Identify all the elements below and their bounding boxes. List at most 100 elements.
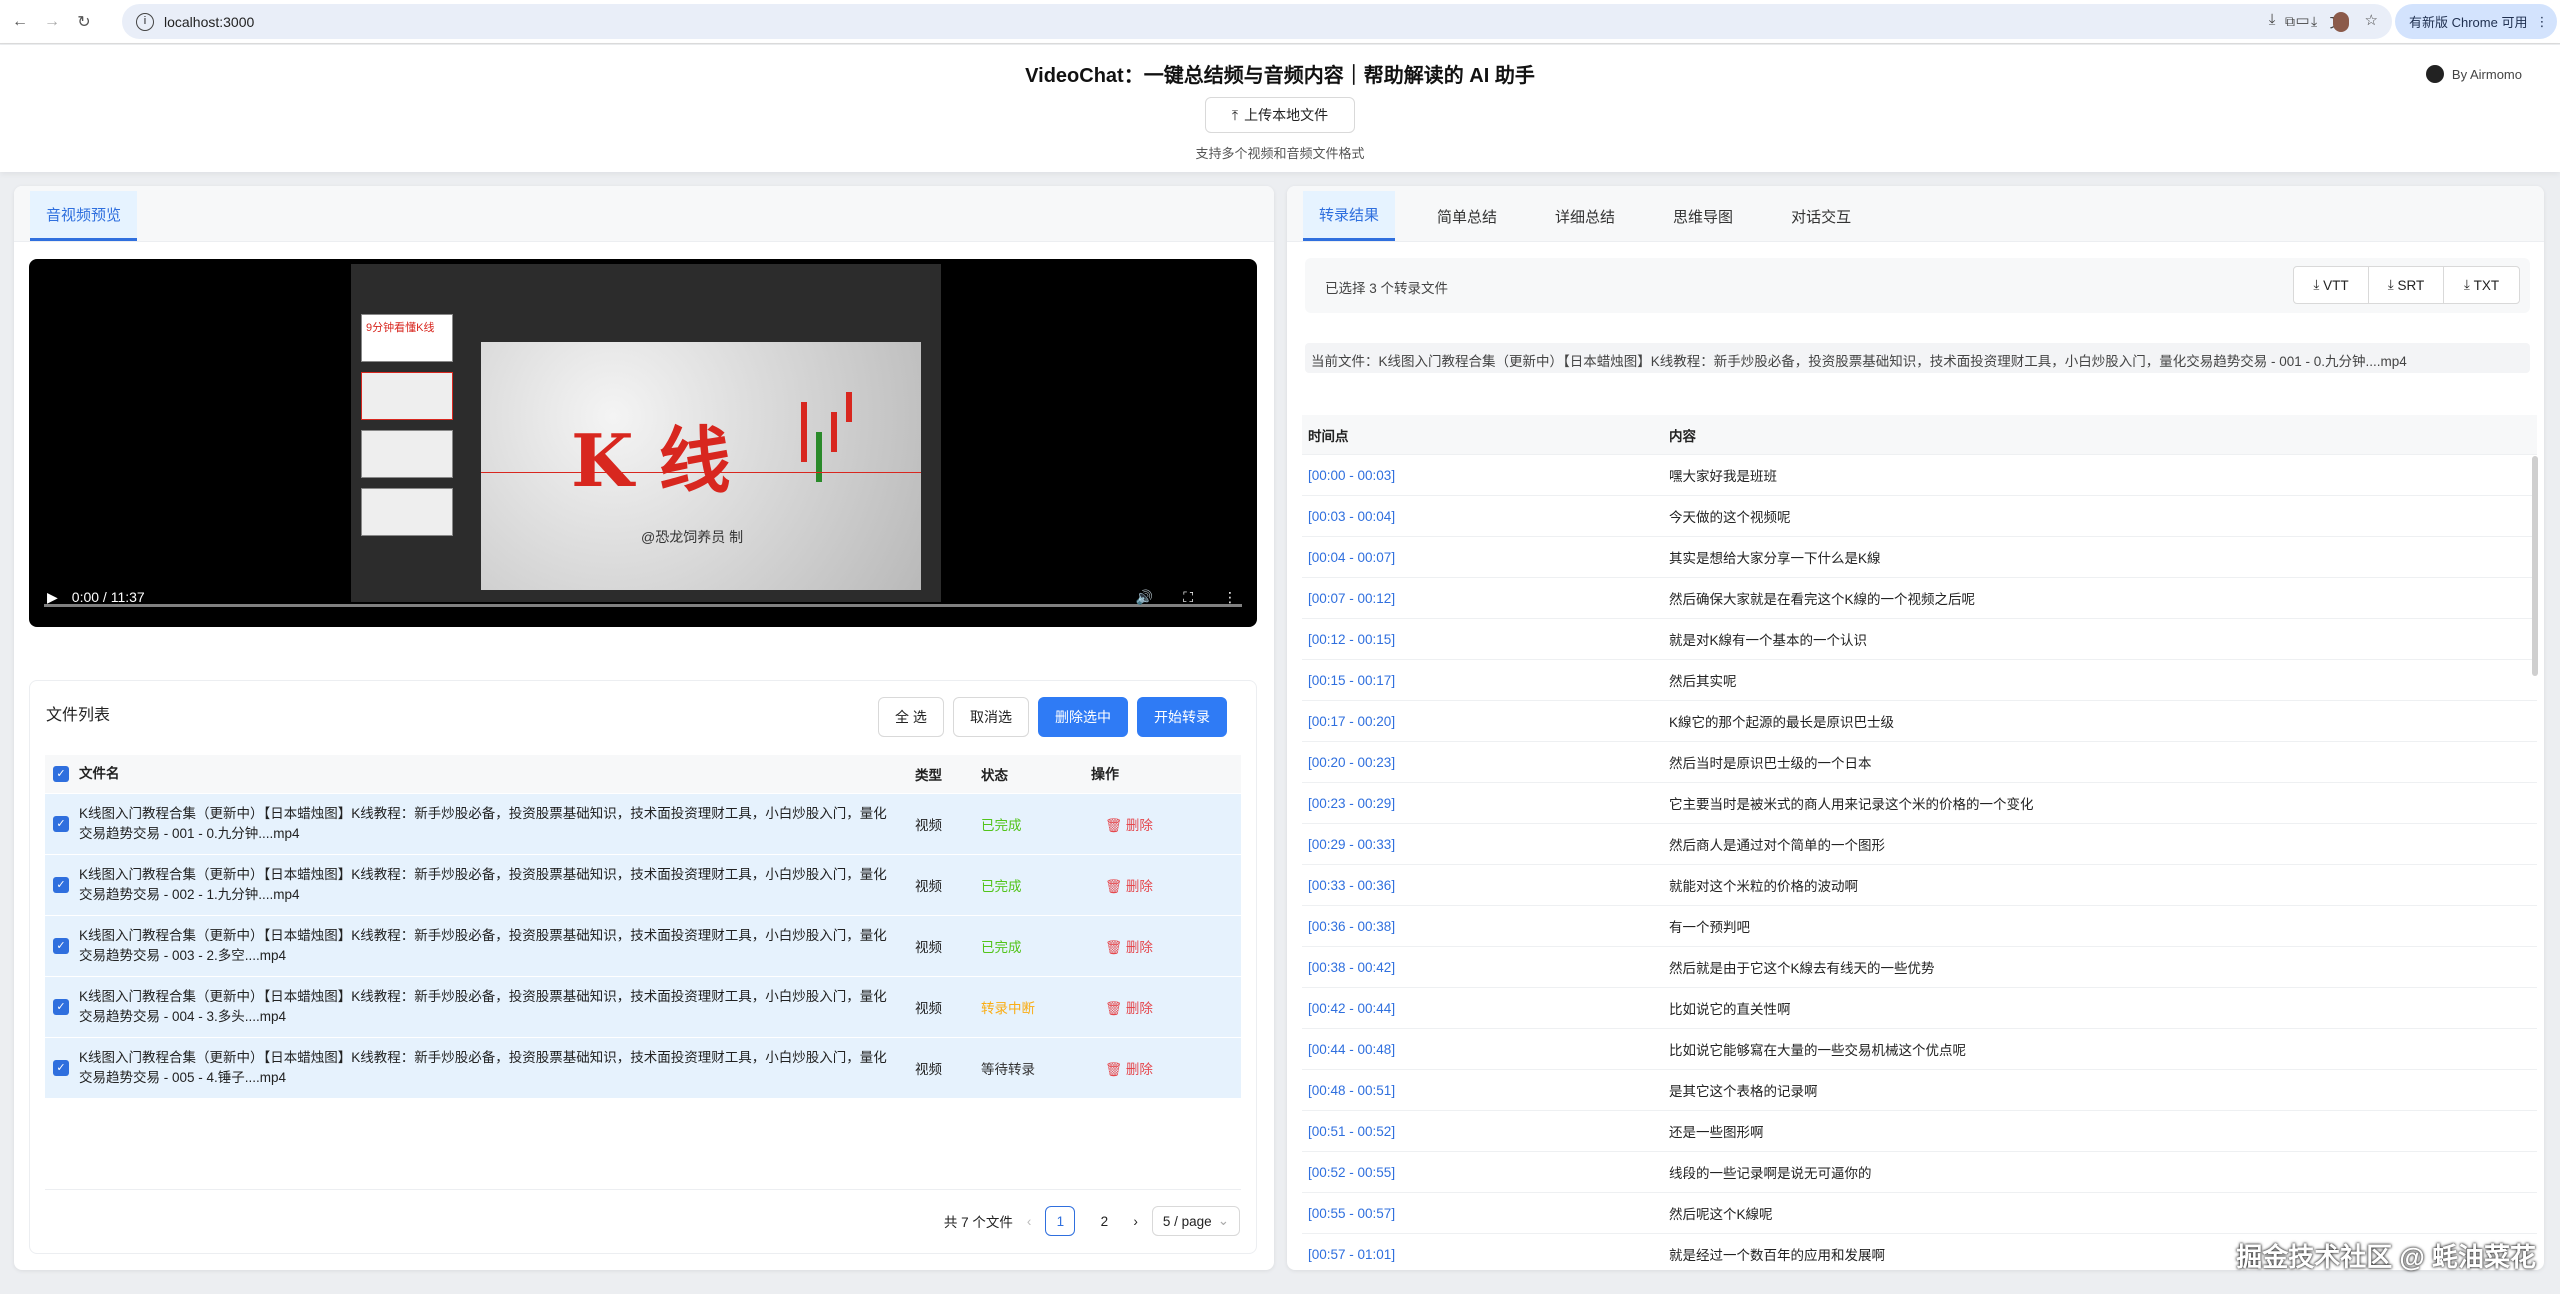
address-bar[interactable]: i localhost:3000 ⤓ ▭ 文 ☆ [122,4,2392,39]
profile-avatar[interactable] [2333,11,2350,32]
selected-count: 已选择 3 个转录文件 [1325,281,1449,296]
site-info-icon[interactable]: i [136,12,154,31]
timestamp-link[interactable]: [00:29 - 00:33] [1302,837,1669,852]
delete-selected-button[interactable]: 删除选中 [1038,697,1128,737]
select-all-checkbox[interactable]: ✓ [53,766,69,782]
upload-button[interactable]: ⤒ 上传本地文件 [1205,97,1355,133]
transcript-row: [00:29 - 00:33] 然后商人是通过对个简单的一个图形 [1302,824,2537,865]
col-action: 操作 [1091,766,1119,782]
tab-3[interactable]: 思维导图 [1657,191,1749,241]
download-txt-button[interactable]: ⤓ TXT [2444,267,2519,303]
delete-file-button[interactable]: 🗑 删除 [1091,875,1153,895]
video-player[interactable]: 9分钟看懂K线 K 线 @恐龙饲养员 制 ▶ 0:00 / 11:37 🔊 ⛶ … [29,259,1257,627]
file-row[interactable]: ✓ K线图入门教程合集（更新中）【日本蜡烛图】K线教程：新手炒股必备，投资股票基… [45,794,1241,855]
download-vtt-button[interactable]: ⤓ VTT [2294,267,2369,303]
transcript-text: 今天做的这个视频呢 [1669,510,1791,525]
timestamp-link[interactable]: [00:48 - 00:51] [1302,1083,1669,1098]
url-text[interactable]: localhost:3000 [164,14,254,30]
file-name: K线图入门教程合集（更新中）【日本蜡烛图】K线教程：新手炒股必备，投资股票基础知… [79,989,887,1024]
file-row[interactable]: ✓ K线图入门教程合集（更新中）【日本蜡烛图】K线教程：新手炒股必备，投资股票基… [45,1038,1241,1099]
delete-file-button[interactable]: 🗑 删除 [1091,814,1153,834]
tab-1[interactable]: 简单总结 [1421,191,1513,241]
fullscreen-icon[interactable]: ⛶ [1183,589,1193,606]
github-label: By Airmomo [2451,66,2522,82]
timestamp-link[interactable]: [00:17 - 00:20] [1302,714,1669,729]
file-status: 已完成 [981,818,1022,833]
file-row[interactable]: ✓ K线图入门教程合集（更新中）【日本蜡烛图】K线教程：新手炒股必备，投资股票基… [45,916,1241,977]
page-size-value: 5 / page [1162,1213,1212,1229]
file-status: 已完成 [981,940,1022,955]
delete-label: 删除 [1125,940,1153,955]
extensions-icon[interactable]: ⧉ [2285,13,2295,30]
volume-icon[interactable]: 🔊 [1136,589,1153,606]
tab-media-preview[interactable]: 音视频预览 [30,191,138,241]
start-transcribe-button[interactable]: 开始转录 [1137,697,1227,737]
file-type: 视频 [915,818,942,833]
row-checkbox[interactable]: ✓ [53,1060,69,1076]
tab-2[interactable]: 详细总结 [1539,191,1631,241]
timestamp-link[interactable]: [00:12 - 00:15] [1302,632,1669,647]
file-name: K线图入门教程合集（更新中）【日本蜡烛图】K线教程：新手炒股必备，投资股票基础知… [79,928,887,963]
file-name: K线图入门教程合集（更新中）【日本蜡烛图】K线教程：新手炒股必备，投资股票基础知… [79,1050,887,1085]
timestamp-link[interactable]: [00:03 - 00:04] [1302,509,1669,524]
col-content: 内容 [1669,428,1696,444]
install-icon[interactable]: ⤓ [2269,11,2276,32]
chrome-update-button[interactable]: 有新版 Chrome 可用 ⋮ [2395,4,2557,39]
page-size-select[interactable]: 5 / page ⌄ [1151,1206,1240,1236]
menu-icon[interactable]: ⋮ [2535,14,2548,30]
back-icon[interactable]: ← [8,13,32,31]
row-checkbox[interactable]: ✓ [53,938,69,954]
delete-file-button[interactable]: 🗑 删除 [1091,1058,1153,1078]
delete-file-button[interactable]: 🗑 删除 [1091,936,1153,956]
select-all-button[interactable]: 全 选 [878,697,944,737]
timestamp-link[interactable]: [00:20 - 00:23] [1302,755,1669,770]
timestamp-link[interactable]: [00:04 - 00:07] [1302,550,1669,565]
timestamp-link[interactable]: [00:15 - 00:17] [1302,673,1669,688]
download-srt-button[interactable]: ⤓ SRT [2369,267,2444,303]
github-link[interactable]: By Airmomo [2425,65,2522,83]
upload-label: 上传本地文件 [1244,107,1329,123]
file-row[interactable]: ✓ K线图入门教程合集（更新中）【日本蜡烛图】K线教程：新手炒股必备，投资股票基… [45,977,1241,1038]
timestamp-link[interactable]: [00:07 - 00:12] [1302,591,1669,606]
tab-0[interactable]: 转录结果 [1303,191,1396,241]
file-list-title: 文件列表 [46,707,111,724]
timestamp-link[interactable]: [00:23 - 00:29] [1302,796,1669,811]
downloads-icon[interactable]: ⤓ [2311,13,2317,30]
transcript-text: 然后确保大家就是在看完这个K線的一个视频之后呢 [1669,592,1976,607]
slide-title: K 线 [571,418,731,503]
timestamp-link[interactable]: [00:57 - 01:01] [1302,1247,1669,1262]
download-label: VTT [2323,277,2349,293]
row-checkbox[interactable]: ✓ [53,999,69,1015]
play-icon[interactable]: ▶ [47,589,58,606]
timestamp-link[interactable]: [00:33 - 00:36] [1302,878,1669,893]
transcript-row: [00:42 - 00:44] 比如说它的直关性啊 [1302,988,2537,1029]
file-row[interactable]: ✓ K线图入门教程合集（更新中）【日本蜡烛图】K线教程：新手炒股必备，投资股票基… [45,855,1241,916]
forward-icon[interactable]: → [40,13,64,31]
timestamp-link[interactable]: [00:42 - 00:44] [1302,1001,1669,1016]
delete-file-button[interactable]: 🗑 删除 [1091,997,1153,1017]
page-1[interactable]: 1 [1045,1206,1076,1236]
download-label: TXT [2473,277,2500,293]
timestamp-link[interactable]: [00:36 - 00:38] [1302,919,1669,934]
timestamp-link[interactable]: [00:51 - 00:52] [1302,1124,1669,1139]
trash-icon: 🗑 [1105,1001,1123,1016]
prev-page-icon[interactable]: ‹ [1027,1214,1032,1229]
page-title: VideoChat：一键总结频与音频内容｜帮助解读的 AI 助手 [1025,65,1535,87]
more-icon[interactable]: ⋮ [1223,589,1237,606]
timestamp-link[interactable]: [00:52 - 00:55] [1302,1165,1669,1180]
reload-icon[interactable]: ↻ [72,12,96,32]
file-name: K线图入门教程合集（更新中）【日本蜡烛图】K线教程：新手炒股必备，投资股票基础知… [79,867,887,902]
deselect-button[interactable]: 取消选 [953,697,1029,737]
row-checkbox[interactable]: ✓ [53,816,69,832]
page-2[interactable]: 2 [1089,1206,1119,1236]
row-checkbox[interactable]: ✓ [53,877,69,893]
tab-4[interactable]: 对话交互 [1775,191,1867,241]
transcript-row: [00:17 - 00:20] K線它的那个起源的最长是原识巴士级 [1302,701,2537,742]
next-page-icon[interactable]: › [1133,1214,1138,1229]
timestamp-link[interactable]: [00:55 - 00:57] [1302,1206,1669,1221]
timestamp-link[interactable]: [00:38 - 00:42] [1302,960,1669,975]
bookmark-star-icon[interactable]: ☆ [2365,11,2378,32]
timestamp-link[interactable]: [00:44 - 00:48] [1302,1042,1669,1057]
timestamp-link[interactable]: [00:00 - 00:03] [1302,468,1669,483]
scrollbar[interactable] [2532,456,2538,676]
